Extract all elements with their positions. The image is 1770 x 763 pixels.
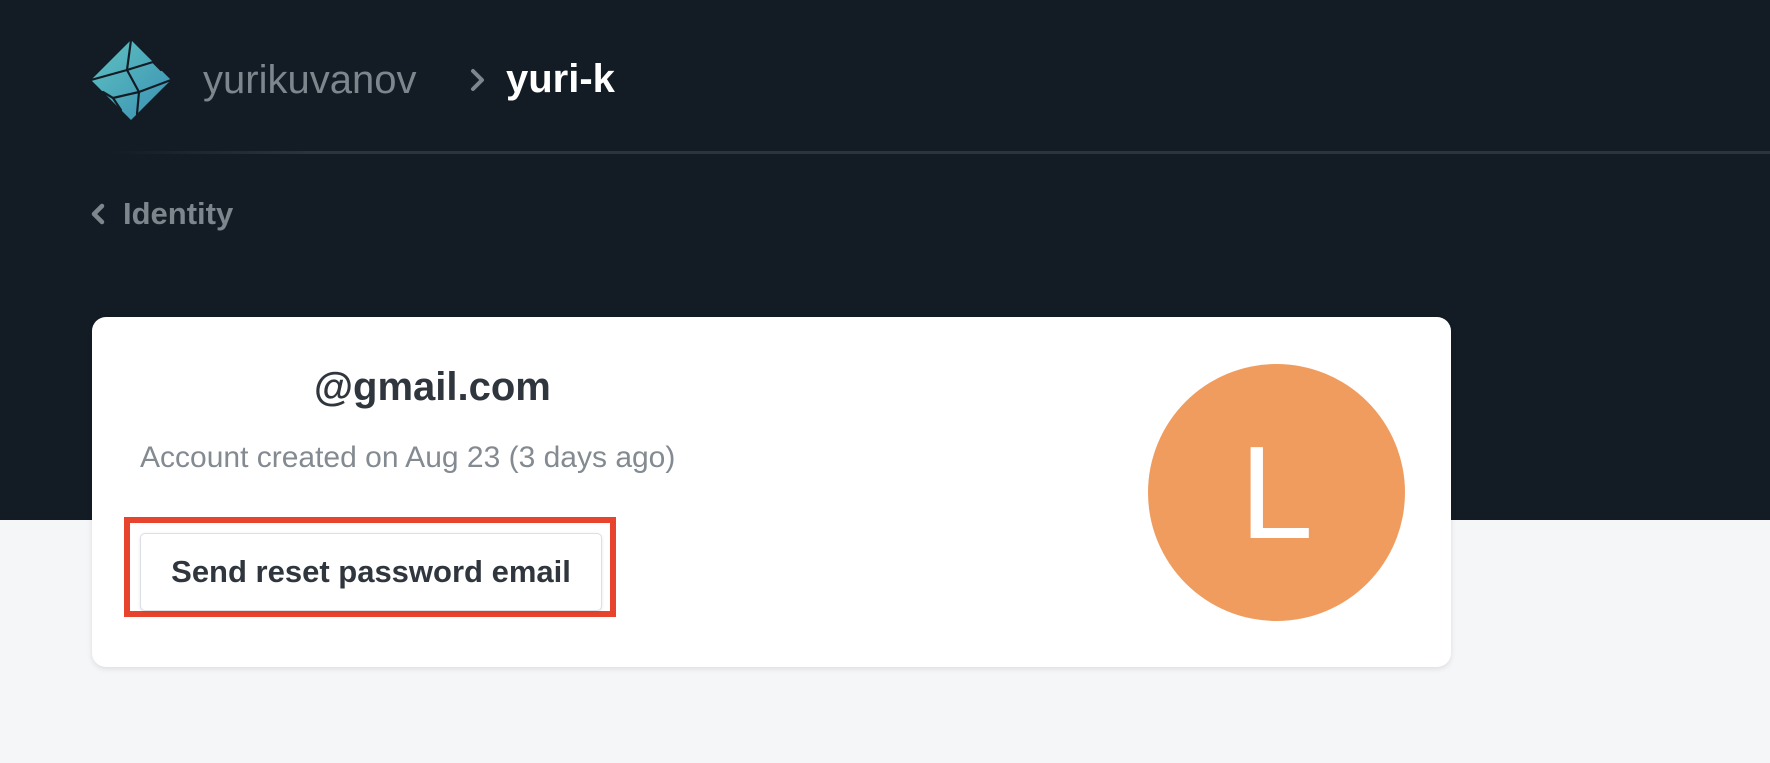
- netlify-logo-icon[interactable]: [89, 38, 173, 120]
- avatar: L: [1148, 364, 1405, 621]
- user-email: @gmail.com: [314, 365, 551, 409]
- back-link-label: Identity: [123, 196, 234, 231]
- site-header: yurikuvanov yuri-k: [0, 0, 1770, 154]
- breadcrumb-site[interactable]: yuri-k: [506, 55, 615, 103]
- user-card: @gmail.com Account created on Aug 23 (3 …: [92, 317, 1451, 667]
- header-divider: [110, 151, 1770, 154]
- chevron-right-icon: [467, 66, 489, 94]
- chevron-left-icon: [90, 202, 106, 226]
- send-reset-password-button[interactable]: Send reset password email: [140, 533, 602, 611]
- account-created-text: Account created on Aug 23 (3 days ago): [140, 441, 676, 474]
- back-to-identity-link[interactable]: Identity: [90, 192, 233, 236]
- avatar-initial: L: [1239, 418, 1314, 566]
- breadcrumb-team[interactable]: yurikuvanov: [203, 56, 416, 104]
